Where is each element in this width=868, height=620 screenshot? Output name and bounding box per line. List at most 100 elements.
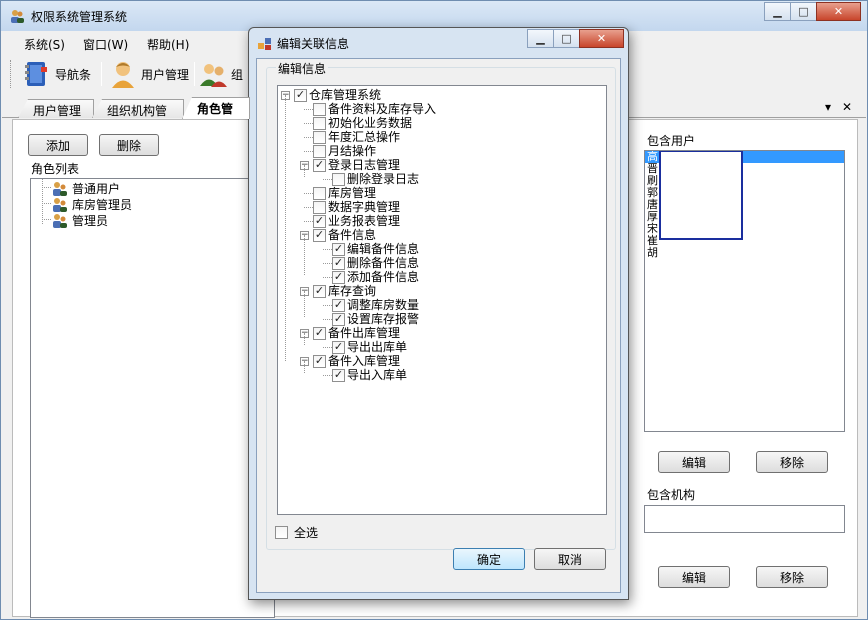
tree-node[interactable]: − ✓ 备件出库管理 bbox=[300, 326, 400, 340]
tree-node-label: 年度汇总操作 bbox=[328, 130, 401, 144]
checkbox[interactable] bbox=[332, 172, 345, 186]
close-button[interactable]: ✕ bbox=[816, 2, 861, 21]
checkbox[interactable]: ✓ bbox=[294, 88, 307, 102]
select-all-checkbox[interactable]: 全选 bbox=[275, 524, 318, 541]
tree-line bbox=[304, 193, 313, 194]
role-item[interactable]: 管理员 bbox=[51, 212, 108, 229]
dialog-close-button[interactable]: ✕ bbox=[579, 29, 624, 48]
checkbox[interactable]: ✓ bbox=[313, 228, 326, 242]
tree-node-label: 数据字典管理 bbox=[328, 200, 401, 214]
toolbar-group-button[interactable]: 组 bbox=[198, 58, 243, 90]
tree-node-label: 删除备件信息 bbox=[347, 256, 420, 270]
tree-node[interactable]: ✓ 导出出库单 bbox=[323, 340, 407, 354]
dialog-minimize-button[interactable]: ▁ bbox=[527, 29, 554, 48]
tree-node[interactable]: − ✓ 备件信息 bbox=[300, 228, 376, 242]
tree-node[interactable]: ✓ 业务报表管理 bbox=[304, 214, 400, 228]
tree-node-label: 备件资料及库存导入 bbox=[328, 102, 437, 116]
permission-tree[interactable]: − ✓ 仓库管理系统 备件资料及库存导入 初始化业务数据 年度汇总操作 月结操作 − ✓ 登录日志… bbox=[277, 85, 607, 515]
tree-node-label: 库存查询 bbox=[328, 284, 377, 298]
cancel-button[interactable]: 取消 bbox=[534, 548, 606, 570]
checkbox[interactable] bbox=[313, 130, 326, 144]
toolbar-label: 组 bbox=[231, 67, 244, 82]
tree-node[interactable]: ✓ 设置库存报警 bbox=[323, 312, 419, 326]
role-list[interactable]: 普通用户 库房管理员 管理员 bbox=[30, 178, 275, 618]
tree-node[interactable]: 库房管理 bbox=[304, 186, 376, 200]
tree-node-label: 登录日志管理 bbox=[328, 158, 401, 172]
checkbox[interactable]: ✓ bbox=[332, 368, 345, 382]
checkbox[interactable] bbox=[313, 144, 326, 158]
menu-help[interactable]: 帮助(H) bbox=[147, 36, 189, 53]
tree-node[interactable]: ✓ 删除备件信息 bbox=[323, 256, 420, 270]
tree-node[interactable]: ✓ 导出入库单 bbox=[323, 368, 408, 382]
included-orgs-list[interactable] bbox=[644, 505, 845, 533]
remove-users-button[interactable]: 移除 bbox=[756, 451, 828, 473]
tree-node[interactable]: 月结操作 bbox=[304, 144, 377, 158]
checkbox[interactable]: ✓ bbox=[313, 354, 326, 368]
ok-button[interactable]: 确定 bbox=[453, 548, 525, 570]
delete-role-button[interactable]: 删除 bbox=[99, 134, 159, 156]
tree-node[interactable]: − ✓ 仓库管理系统 bbox=[281, 88, 381, 102]
tree-node-label: 仓库管理系统 bbox=[309, 88, 382, 102]
checkbox[interactable]: ✓ bbox=[313, 158, 326, 172]
tree-line bbox=[323, 319, 332, 320]
tab-dropdown-icon[interactable]: ▾ bbox=[825, 100, 831, 114]
tree-node[interactable]: 年度汇总操作 bbox=[304, 130, 401, 144]
tree-node-label: 导出入库单 bbox=[347, 368, 408, 382]
edit-orgs-button[interactable]: 编辑 bbox=[658, 566, 730, 588]
tree-node[interactable]: 备件资料及库存导入 bbox=[304, 102, 437, 116]
menu-window[interactable]: 窗口(W) bbox=[83, 36, 128, 53]
tree-node[interactable]: 删除登录日志 bbox=[323, 172, 420, 186]
tab-user-manage[interactable]: 用户管理 bbox=[18, 99, 94, 118]
tree-node[interactable]: ✓ 编辑备件信息 bbox=[323, 242, 419, 256]
tree-node[interactable]: − ✓ 备件入库管理 bbox=[300, 354, 400, 368]
dialog-maximize-button[interactable]: □ bbox=[553, 29, 580, 48]
tree-node[interactable]: ✓ 添加备件信息 bbox=[323, 270, 419, 284]
remove-orgs-button[interactable]: 移除 bbox=[756, 566, 828, 588]
toolbar-grip[interactable] bbox=[10, 60, 13, 88]
checkbox[interactable]: ✓ bbox=[332, 242, 345, 256]
tab-role-manage[interactable]: 角色管理 bbox=[182, 97, 250, 119]
maximize-button[interactable]: □ bbox=[790, 2, 817, 21]
role-label: 管理员 bbox=[72, 214, 109, 228]
toolbar-label: 用户管理 bbox=[141, 67, 190, 82]
included-users-list[interactable]: 高 晋 刷 郭 唐 厚 宋 崔 胡 bbox=[644, 150, 845, 432]
tree-node[interactable]: 初始化业务数据 bbox=[304, 116, 412, 130]
tab-close-icon[interactable]: ✕ bbox=[842, 100, 852, 114]
list-item[interactable]: 胡 bbox=[645, 247, 844, 259]
checkbox[interactable]: ✓ bbox=[313, 214, 326, 228]
checkbox[interactable]: ✓ bbox=[332, 298, 345, 312]
dialog-icon bbox=[258, 38, 271, 50]
checkbox[interactable]: ✓ bbox=[313, 326, 326, 340]
checkbox[interactable]: ✓ bbox=[313, 284, 326, 298]
minimize-button[interactable]: ▁ bbox=[764, 2, 791, 21]
edit-info-label: 编辑信息 bbox=[276, 60, 329, 77]
tab-org-manage[interactable]: 组织机构管理 bbox=[92, 99, 184, 118]
menu-system[interactable]: 系统(S) bbox=[24, 36, 65, 53]
role-item[interactable]: 普通用户 bbox=[51, 180, 120, 197]
dialog-title: 编辑关联信息 bbox=[277, 37, 350, 51]
checkbox[interactable]: ✓ bbox=[332, 256, 345, 270]
checkbox[interactable] bbox=[313, 102, 326, 116]
checkbox[interactable] bbox=[313, 186, 326, 200]
tree-node[interactable]: − ✓ 库存查询 bbox=[300, 284, 376, 298]
checkbox[interactable] bbox=[313, 200, 326, 214]
add-role-button[interactable]: 添加 bbox=[28, 134, 88, 156]
role-item[interactable]: 库房管理员 bbox=[51, 196, 132, 213]
tree-node[interactable]: ✓ 调整库房数量 bbox=[323, 298, 419, 312]
tree-line bbox=[304, 361, 305, 373]
checkbox[interactable] bbox=[313, 116, 326, 130]
tree-line bbox=[304, 109, 313, 110]
tree-node[interactable]: 数据字典管理 bbox=[304, 200, 401, 214]
checkbox[interactable]: ✓ bbox=[332, 270, 345, 284]
toolbar-navigator-button[interactable]: 导航条 bbox=[22, 58, 91, 90]
tree-node-label: 月结操作 bbox=[328, 144, 377, 158]
checkbox[interactable]: ✓ bbox=[332, 340, 345, 354]
edit-users-button[interactable]: 编辑 bbox=[658, 451, 730, 473]
tree-line bbox=[42, 179, 43, 224]
checkbox[interactable] bbox=[275, 526, 288, 539]
tree-node-label: 删除登录日志 bbox=[347, 172, 420, 186]
checkbox[interactable]: ✓ bbox=[332, 312, 345, 326]
toolbar-user-manage-button[interactable]: 用户管理 bbox=[108, 58, 189, 90]
tree-node[interactable]: − ✓ 登录日志管理 bbox=[300, 158, 400, 172]
toolbar-separator bbox=[101, 62, 102, 86]
